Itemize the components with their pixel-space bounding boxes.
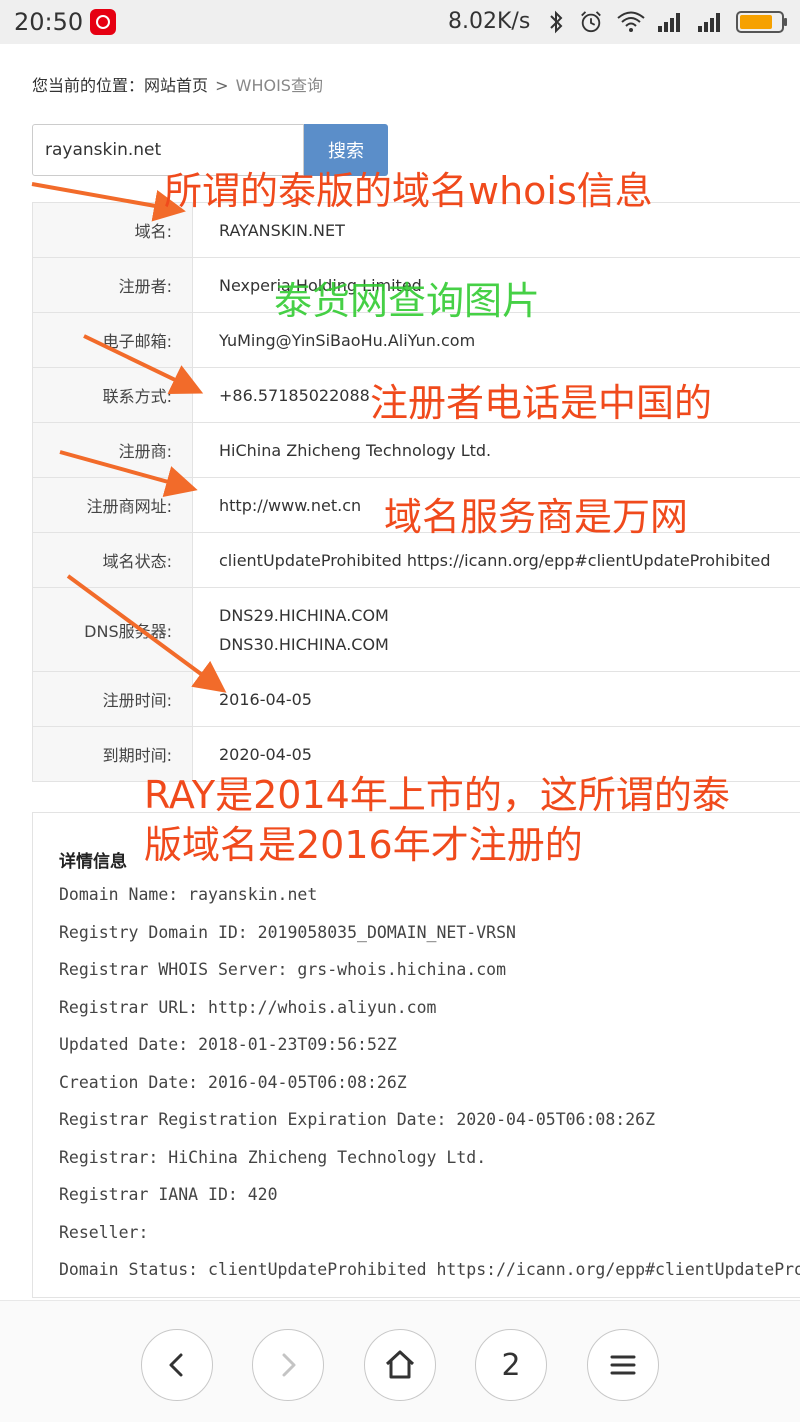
back-button[interactable] [141, 1329, 213, 1401]
arrow-to-reg-date [66, 574, 227, 693]
browser-bottom-nav: 2 [0, 1300, 800, 1422]
arrow-to-phone [83, 334, 204, 394]
forward-icon [282, 1353, 296, 1377]
back-icon [169, 1353, 183, 1377]
tabs-button[interactable]: 2 [475, 1329, 547, 1401]
home-button[interactable] [364, 1329, 436, 1401]
forward-button[interactable] [252, 1329, 324, 1401]
annotation-watermark: 泰货网查询图片 [274, 279, 541, 323]
annotation-phone-note: 注册者电话是中国的 [370, 381, 713, 425]
annotation-whois-note: 所谓的泰版的域名whois信息 [164, 169, 653, 213]
annotation-date-note: RAY是2014年上市的，这所谓的泰版域名是2016年才注册的 [144, 773, 730, 867]
arrow-to-domain [31, 182, 186, 222]
home-icon [385, 1350, 415, 1379]
menu-button[interactable] [587, 1329, 659, 1401]
arrow-to-registrar-url [59, 450, 198, 498]
menu-icon [610, 1355, 636, 1375]
tab-count: 2 [501, 1347, 521, 1383]
annotation-registrar-note: 域名服务商是万网 [384, 495, 689, 539]
